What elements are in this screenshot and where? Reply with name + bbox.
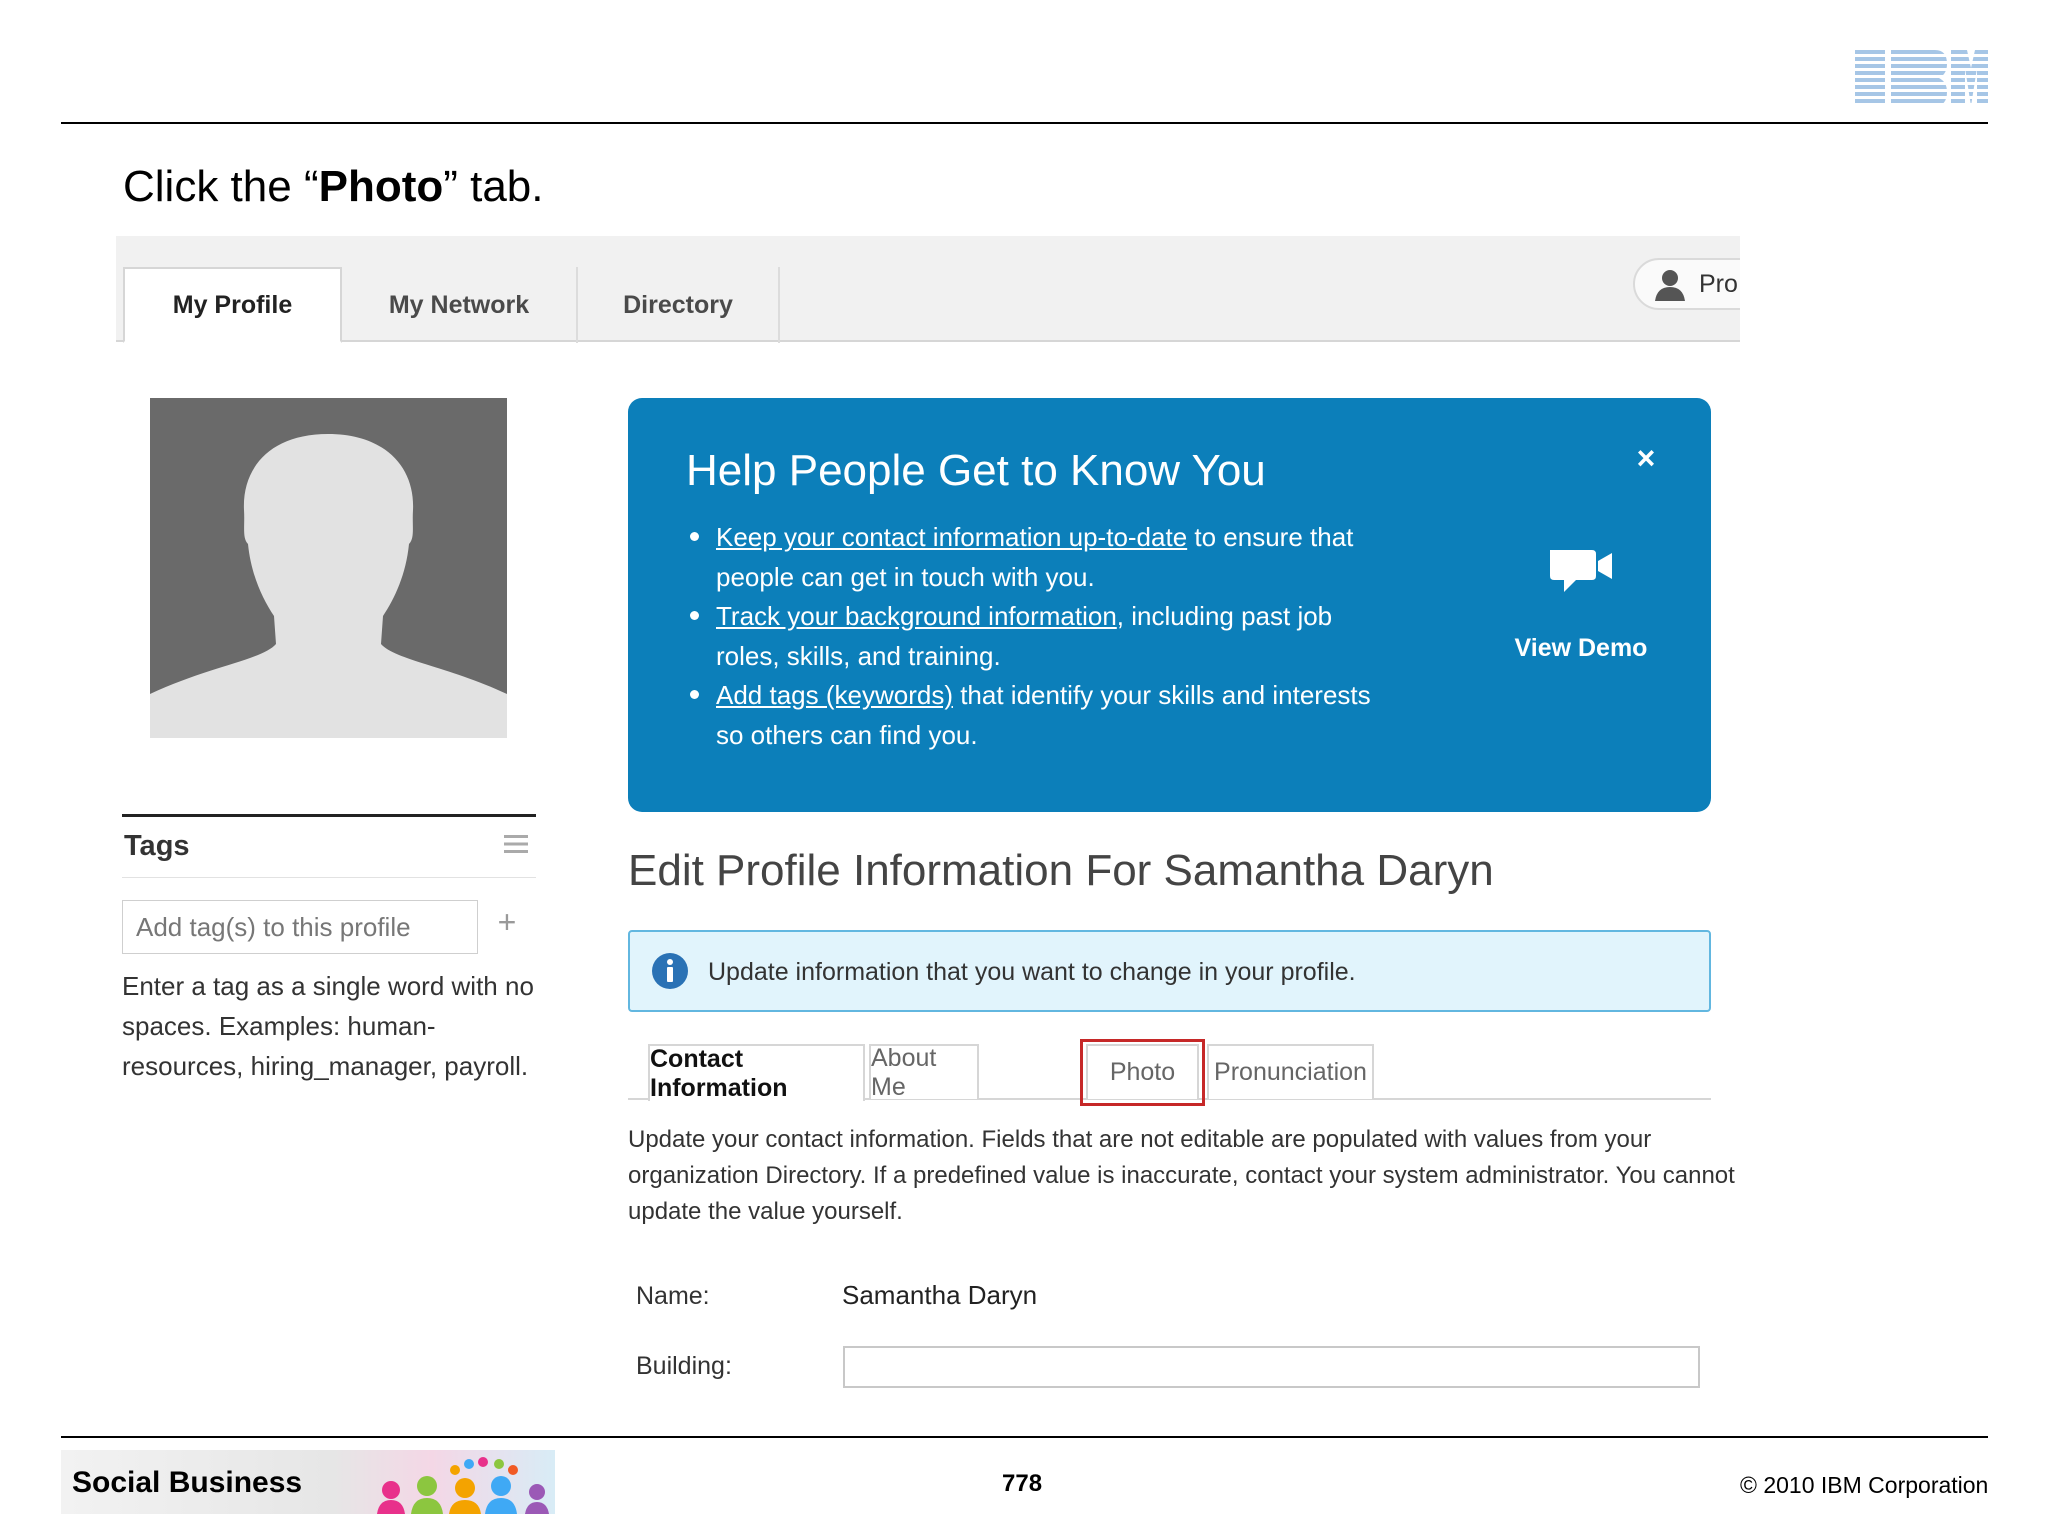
top-navbar: My Profile My Network Directory Pro — [116, 236, 1740, 343]
ibm-logo-graphic — [1855, 50, 1988, 106]
person-icon — [1655, 270, 1685, 301]
page-number: 778 — [1002, 1470, 1043, 1497]
tab-about-me[interactable]: About Me — [869, 1044, 979, 1101]
name-value: Samantha Daryn — [842, 1280, 1038, 1310]
info-message-box: Update information that you want to chan… — [628, 930, 1711, 1012]
tags-top-rule — [122, 814, 536, 817]
social-business-banner: Social Business — [61, 1450, 555, 1514]
profile-menu-label: Pro — [1699, 269, 1738, 298]
help-banner-title: Help People Get to Know You — [686, 446, 1266, 495]
info-message-text: Update information that you want to chan… — [708, 958, 1356, 986]
social-business-label: Social Business — [72, 1466, 303, 1499]
help-item: Keep your contact information up-to-date… — [690, 518, 1396, 597]
view-demo-link[interactable]: View Demo — [1496, 634, 1666, 663]
copyright-text: © 2010 IBM Corporation — [1740, 1472, 1989, 1498]
connections-profile-screenshot: My Profile My Network Directory Pro Tags… — [116, 236, 1740, 1411]
help-item: Track your background information, inclu… — [690, 597, 1396, 676]
close-icon[interactable]: × — [1628, 440, 1664, 477]
instruction-text: Click the “Photo” tab. — [123, 162, 544, 211]
building-label: Building: — [636, 1352, 732, 1380]
people-illustration-icon — [377, 1457, 549, 1514]
add-tag-input[interactable] — [122, 900, 478, 954]
person-silhouette-icon — [150, 434, 507, 738]
name-label: Name: — [636, 1282, 710, 1310]
video-camera-icon[interactable] — [1546, 546, 1616, 598]
edit-profile-heading: Edit Profile Information For Samantha Da… — [628, 846, 1494, 895]
info-icon — [652, 953, 688, 989]
profile-menu-button[interactable]: Pro — [1633, 258, 1740, 310]
instruction-emphasis: Photo — [318, 162, 444, 211]
nav-tab-my-network[interactable]: My Network — [342, 267, 578, 343]
help-link-tags[interactable]: Add tags (keywords) — [716, 680, 953, 710]
help-link-background[interactable]: Track your background information — [716, 601, 1117, 631]
tab-pronunciation[interactable]: Pronunciation — [1207, 1044, 1374, 1099]
tab-contact-information[interactable]: Contact Information — [648, 1044, 865, 1102]
profile-photo-placeholder — [150, 398, 507, 738]
help-item: Add tags (keywords) that identify your s… — [690, 676, 1396, 755]
tags-heading: Tags — [124, 830, 190, 862]
add-tag-button[interactable]: + — [492, 904, 522, 941]
photo-tab-highlight — [1080, 1039, 1205, 1106]
tag-help-text: Enter a tag as a single word with no spa… — [122, 971, 534, 1081]
ibm-logo — [1855, 50, 1988, 106]
hamburger-menu-icon[interactable] — [504, 833, 528, 855]
bottom-divider — [61, 1436, 1988, 1438]
top-divider — [61, 122, 1988, 124]
help-link-contact-info[interactable]: Keep your contact information up-to-date — [716, 522, 1187, 552]
contact-info-description: Update your contact information. Fields … — [628, 1126, 1735, 1225]
help-banner-list: Keep your contact information up-to-date… — [690, 518, 1396, 755]
nav-tab-directory[interactable]: Directory — [578, 267, 780, 343]
tags-divider — [122, 877, 536, 878]
building-field[interactable] — [843, 1346, 1700, 1388]
help-banner: Help People Get to Know You × Keep your … — [628, 398, 1711, 812]
nav-tab-my-profile[interactable]: My Profile — [123, 267, 342, 343]
